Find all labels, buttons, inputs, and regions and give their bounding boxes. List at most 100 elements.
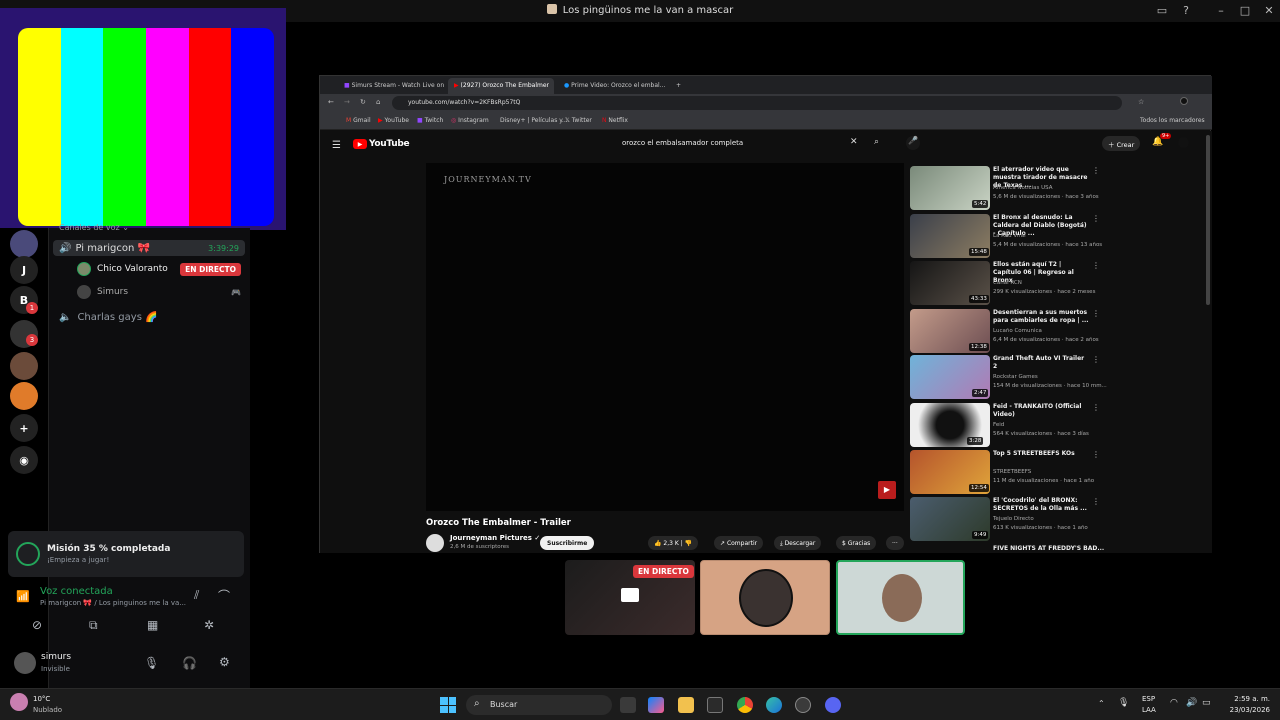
soundboard-icon[interactable]: ✲ xyxy=(204,618,214,632)
add-server-icon[interactable]: + xyxy=(10,414,38,442)
star-icon[interactable]: ☆ xyxy=(1138,98,1144,106)
weather-icon[interactable] xyxy=(10,693,28,711)
taskbar-search[interactable]: ⌕ Buscar xyxy=(466,695,612,715)
more-icon[interactable]: ⋮ xyxy=(1092,450,1100,459)
channel-name[interactable]: Journeyman Pictures ✓ xyxy=(450,534,540,542)
voice-channel-active[interactable]: 🔊 Pi marigcon 🎀 3:39:29 xyxy=(53,240,245,256)
store-icon[interactable] xyxy=(707,697,723,713)
voice-member[interactable]: Chico Valoranto EN DIRECTO xyxy=(77,262,241,276)
windows-start-icon[interactable] xyxy=(440,697,456,713)
discord-icon[interactable] xyxy=(825,697,841,713)
screen-share-icon[interactable]: ⧉ xyxy=(89,618,98,633)
server-avatar-icon[interactable] xyxy=(10,230,38,258)
server-avatar-icon[interactable] xyxy=(10,382,38,410)
subscribe-button[interactable]: Suscribirme xyxy=(540,536,595,550)
file-explorer-icon[interactable] xyxy=(678,697,694,713)
camera-off-icon[interactable]: ⊘ xyxy=(32,618,42,632)
close-icon[interactable]: ✕ xyxy=(1262,4,1276,17)
rec-video[interactable]: 12:54 Top 5 STREETBEEFS KOs STREETBEEFS … xyxy=(910,450,1100,494)
task-view-icon[interactable] xyxy=(620,697,636,713)
disconnect-icon[interactable]: ⌒ xyxy=(218,587,230,604)
rec-video[interactable]: 9:49 El 'Cocodrilo' del BRONX: SECRETOS … xyxy=(910,497,1100,541)
bookmark-twitter[interactable]: 𝕏 Twitter xyxy=(565,117,592,124)
microphone-icon[interactable]: 🎙 xyxy=(144,656,159,670)
bookmark-gmail[interactable]: M Gmail xyxy=(346,117,371,124)
create-button[interactable]: ＋ Crear xyxy=(1102,136,1141,151)
rec-video[interactable]: 15:48 El Bronx al desnudo: La Caldera de… xyxy=(910,214,1102,258)
avatar[interactable] xyxy=(14,652,36,674)
like-button[interactable]: 👍 2,3 K | 👎 xyxy=(648,536,699,550)
clear-search-icon[interactable]: ✕ xyxy=(850,137,858,147)
minimize-icon[interactable]: – xyxy=(1214,4,1228,17)
menu-icon[interactable]: ☰ xyxy=(332,140,341,151)
back-icon[interactable]: ← xyxy=(328,98,334,106)
channel-avatar[interactable] xyxy=(426,534,444,552)
discover-icon[interactable]: ◉ xyxy=(10,446,38,474)
stream-tile-user-speaking[interactable] xyxy=(836,560,965,635)
bookmark-netflix[interactable]: N Netflix xyxy=(602,117,628,124)
more-icon[interactable]: ⋮ xyxy=(1092,309,1100,318)
microphone-icon[interactable]: 🎙 xyxy=(1118,698,1129,708)
signal-icon[interactable]: 📶 xyxy=(16,590,30,603)
server-avatar-icon[interactable] xyxy=(10,352,38,380)
noise-suppression-icon[interactable]: ⫽ xyxy=(194,588,199,603)
url-input[interactable]: youtube.com/watch?v=2KFBsRp57tQ xyxy=(392,96,1122,110)
help-icon[interactable]: ? xyxy=(1179,4,1193,17)
maximize-icon[interactable]: □ xyxy=(1238,4,1252,17)
chrome-icon[interactable] xyxy=(737,697,753,713)
wifi-icon[interactable]: ◠ xyxy=(1170,698,1178,708)
more-actions-button[interactable]: ··· xyxy=(886,536,904,550)
home-icon[interactable]: ⌂ xyxy=(376,98,380,106)
mission-card[interactable]: Misión 35 % completada ¡Empieza a jugar! xyxy=(8,531,244,577)
channel-watermark-icon[interactable]: ▶ xyxy=(878,481,896,499)
edge-icon[interactable] xyxy=(766,697,782,713)
voice-channel[interactable]: 🔈 Charlas gays 🌈 xyxy=(59,312,158,323)
rec-video[interactable]: 5:42 El aterrador video que muestra tira… xyxy=(910,166,1100,210)
bookmark-twitch[interactable]: ■ Twitch xyxy=(417,117,443,124)
headphones-icon[interactable]: 🎧 xyxy=(182,656,197,670)
bookmark-disney[interactable]: Disney+ | Películas y... xyxy=(500,117,568,124)
battery-icon[interactable]: ▭ xyxy=(1202,698,1211,708)
search-input[interactable]: orozco el embalsamador completa ✕ xyxy=(616,137,864,151)
more-icon[interactable]: ⋮ xyxy=(1092,166,1100,175)
tab-prime[interactable]: ● Prime Video: Orozco el embal... xyxy=(558,78,666,94)
rec-video[interactable]: 43:33 Ellos están aquí T2 | Capítulo 06 … xyxy=(910,261,1100,305)
scrollbar[interactable] xyxy=(1206,135,1210,305)
more-icon[interactable]: ⋮ xyxy=(1092,261,1100,270)
tray-chevron-icon[interactable]: ⌃ xyxy=(1098,699,1105,708)
avatar[interactable] xyxy=(1178,137,1189,148)
more-icon[interactable]: ⋮ xyxy=(1092,214,1100,223)
more-icon[interactable]: ⋮ xyxy=(1092,497,1100,506)
tab-youtube[interactable]: ▶ (2927) Orozco The Embalmer xyxy=(448,78,554,94)
thanks-button[interactable]: $ Gracias xyxy=(836,536,877,550)
voice-member[interactable]: Simurs 🎮 xyxy=(77,285,241,299)
all-bookmarks[interactable]: Todos los marcadores xyxy=(1140,117,1205,124)
more-icon[interactable]: ⋮ xyxy=(1092,355,1100,364)
download-button[interactable]: ⤓ Descargar xyxy=(774,536,822,550)
pip-icon[interactable]: ▭ xyxy=(1155,4,1169,17)
stream-tile-user[interactable] xyxy=(700,560,830,635)
bookmark-instagram[interactable]: ◎ Instagram xyxy=(451,117,489,124)
more-icon[interactable]: ⋮ xyxy=(1092,403,1100,412)
profile-icon[interactable] xyxy=(1180,97,1188,105)
share-button[interactable]: ↗ Compartir xyxy=(714,536,764,550)
video-player[interactable]: JOURNEYMAN.TV ▶ xyxy=(426,163,904,511)
bookmark-youtube[interactable]: ▶ YouTube xyxy=(378,117,409,124)
rec-video[interactable]: 2:47 Grand Theft Auto VI Trailer 2 Rocks… xyxy=(910,355,1107,399)
category-header[interactable]: Canales de voz ⌄ xyxy=(59,223,129,232)
server-j-icon[interactable]: J xyxy=(10,256,38,284)
copilot-icon[interactable] xyxy=(648,697,664,713)
activities-icon[interactable]: ▦ xyxy=(147,618,158,632)
forward-icon[interactable]: → xyxy=(344,98,350,106)
settings-gear-icon[interactable]: ⚙ xyxy=(219,655,230,669)
rec-video[interactable]: 12:38 Desentierran a sus muertos para ca… xyxy=(910,309,1100,353)
rec-video[interactable]: 3:28 Feid - TRANKAITO (Official Video) F… xyxy=(910,403,1100,447)
youtube-logo[interactable]: ▶ YouTube xyxy=(353,139,410,149)
microphone-icon[interactable]: 🎤 xyxy=(906,136,920,150)
new-tab-button[interactable]: + xyxy=(670,78,686,94)
settings-icon[interactable] xyxy=(795,697,811,713)
tab-twitch[interactable]: ■ Simurs Stream - Watch Live on xyxy=(338,78,448,94)
reload-icon[interactable]: ↻ xyxy=(360,98,366,106)
volume-icon[interactable]: 🔊 xyxy=(1186,698,1197,708)
search-icon[interactable]: ⌕ xyxy=(874,137,879,147)
